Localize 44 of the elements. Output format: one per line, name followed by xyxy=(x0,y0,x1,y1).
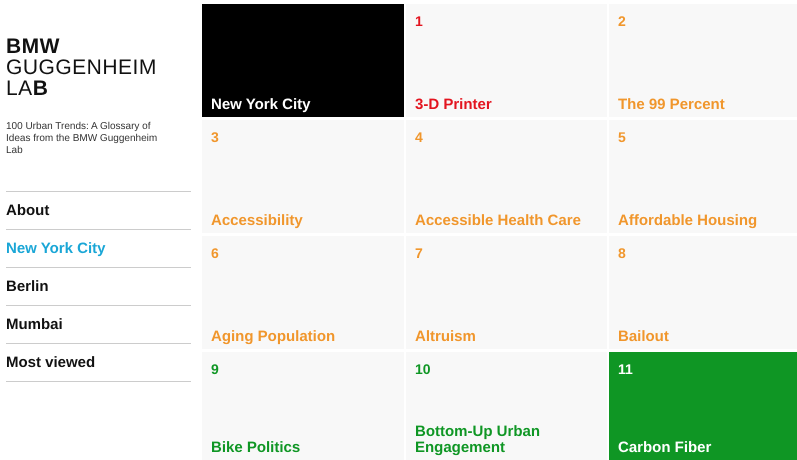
tile-title: Bailout xyxy=(618,329,670,345)
trend-tile[interactable]: 2 The 99 Percent xyxy=(609,4,797,117)
nav-link[interactable]: Most viewed xyxy=(6,344,191,382)
trend-number: 2 xyxy=(618,13,627,29)
nav-link[interactable]: Mumbai xyxy=(6,306,191,344)
nav-link[interactable]: About xyxy=(6,192,191,230)
trend-number: 8 xyxy=(618,245,627,261)
tile-title: The 99 Percent xyxy=(618,97,726,113)
tile-title: Affordable Housing xyxy=(618,213,758,229)
tile-title: Accessibility xyxy=(211,213,304,229)
trend-tile[interactable]: 5 Affordable Housing xyxy=(609,120,797,233)
trend-tile[interactable]: 4 Accessible Health Care xyxy=(406,120,607,233)
trend-tile[interactable]: 3 Accessibility xyxy=(202,120,404,233)
city-title: New York City xyxy=(211,97,312,113)
trend-number: 5 xyxy=(618,129,627,145)
trend-tile[interactable]: 1 3-D Printer xyxy=(406,4,607,117)
tile-title: Accessible Health Care xyxy=(415,213,582,229)
trend-number: 6 xyxy=(211,245,220,261)
trend-tile[interactable]: 11 Carbon Fiber xyxy=(609,352,797,460)
trend-number: 10 xyxy=(415,361,432,377)
logo-text: GUGGENHEIM xyxy=(6,57,158,78)
trend-number: 9 xyxy=(211,361,220,377)
tile-title: Aging Population xyxy=(211,329,336,345)
tile-title: Carbon Fiber xyxy=(618,440,712,456)
trend-number: 7 xyxy=(415,245,424,261)
trend-tile[interactable]: 10 Bottom-Up Urban Engagement xyxy=(406,352,607,460)
trend-number: 3 xyxy=(211,129,220,145)
trend-tile[interactable]: 6 Aging Population xyxy=(202,236,404,349)
tile-title: Altruism xyxy=(415,329,477,345)
nav-link[interactable]: New York City xyxy=(6,230,191,268)
logo-text: BMW xyxy=(6,36,61,57)
trend-tile[interactable]: 9 Bike Politics xyxy=(202,352,404,460)
logo-text: LAB xyxy=(6,78,50,99)
trend-number: 1 xyxy=(415,13,424,29)
trend-tile[interactable]: 7 Altruism xyxy=(406,236,607,349)
trend-number: 4 xyxy=(415,129,424,145)
tile-title: Bottom-Up Urban Engagement xyxy=(415,424,541,456)
city-tile[interactable]: New York City xyxy=(202,4,404,117)
trend-tile[interactable]: 8 Bailout xyxy=(609,236,797,349)
tile-title: Bike Politics xyxy=(211,440,302,456)
tile-title: 3-D Printer xyxy=(415,97,493,113)
nav-link[interactable]: Berlin xyxy=(6,268,191,306)
trend-number: 11 xyxy=(618,361,634,377)
tagline: 100 Urban Trends: A Glossary of Ideas from the BMW Guggenheim Lab xyxy=(6,121,158,157)
